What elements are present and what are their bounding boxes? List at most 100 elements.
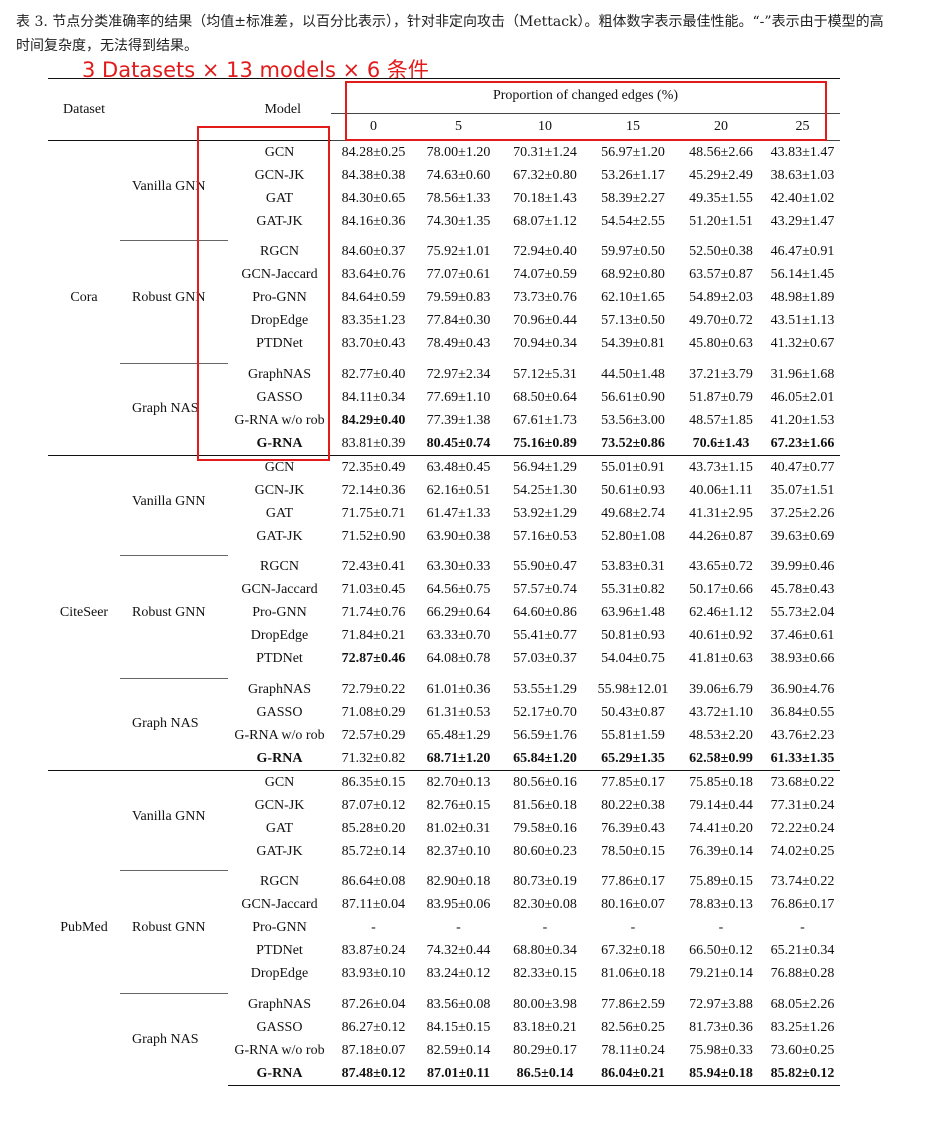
accuracy-cell: 54.25±1.30 [513,482,577,498]
accuracy-cell: 76.39±0.43 [601,820,665,836]
accuracy-cell: 41.32±0.67 [770,336,835,351]
model-category: Vanilla GNN [120,770,228,863]
model-name: PTDNet [256,336,303,351]
group-gap [48,671,840,679]
accuracy-cell: 73.73±0.76 [513,290,577,305]
accuracy-cell: 82.76±0.15 [426,797,491,813]
accuracy-cell: 77.85±0.17 [589,770,677,794]
model-name: RGCN [260,244,299,259]
accuracy-cell: 68.80±0.34 [513,943,577,958]
accuracy-cell: 73.68±0.22 [765,770,840,794]
accuracy-cell: 55.41±0.77 [513,628,577,643]
accuracy-cell: 84.64±0.59 [341,290,406,305]
accuracy-cell: 72.57±0.29 [341,727,406,743]
table-row: Graph NAS GraphNAS 87.26±0.04 83.56±0.08 80.… [48,992,840,1086]
accuracy-cell: 86.27±0.12 [341,1019,406,1035]
proportion-value: 20 [677,113,765,141]
accuracy-cell: 72.87±0.46 [341,651,406,666]
accuracy-cell: 80.56±0.16 [501,770,589,794]
accuracy-cell: 73.60±0.25 [770,1042,835,1058]
accuracy-cell: 67.23±1.66 [770,435,835,451]
accuracy-cell: 79.58±0.16 [513,820,577,836]
model-name: GCN-Jaccard [241,897,318,912]
accuracy-cell: 68.07±1.12 [513,213,577,229]
accuracy-cell: 71.75±0.71 [341,505,406,521]
model-name: GraphNAS [248,366,311,382]
accuracy-cell: 35.07±1.51 [770,482,835,498]
accuracy-cell: 57.12±5.31 [513,366,577,382]
accuracy-cell: 71.84±0.21 [341,628,406,643]
proportion-header: Proportion of changed edges (%) [331,78,840,114]
accuracy-cell: 38.63±1.03 [770,167,835,183]
accuracy-cell: 85.82±0.12 [765,1062,840,1086]
model-name: GCN-JK [254,167,305,183]
model-name: GraphNAS [248,996,311,1012]
accuracy-cell: - [542,920,548,935]
accuracy-cell: 76.39±0.14 [689,843,753,859]
accuracy-cell: 40.06±1.11 [689,482,753,498]
accuracy-cell: 53.92±1.29 [513,505,577,521]
accuracy-cell: 86.35±0.15 [331,770,416,794]
accuracy-cell: 63.48±0.45 [416,455,501,479]
model-name: GAT [265,190,294,206]
accuracy-cell: 59.97±0.50 [601,244,665,259]
table-row: Graph NAS GraphNAS 82.77±0.40 72.97±2.34 57.… [48,362,840,456]
model-name: Pro-GNN [252,290,307,305]
accuracy-cell: 77.07±0.61 [426,267,491,282]
accuracy-cell: 43.29±1.47 [770,213,835,229]
model-header: Model [120,78,331,141]
accuracy-cell: 70.94±0.34 [513,336,577,351]
header-row: Dataset Model Proportion of changed edges … [48,78,840,141]
accuracy-cell: 61.33±1.35 [770,750,835,766]
accuracy-cell: 65.48±1.29 [426,727,491,743]
accuracy-cell: 77.84±0.30 [426,313,491,328]
accuracy-cell: 87.11±0.04 [341,897,406,912]
accuracy-cell: 87.48±0.12 [331,1062,416,1086]
accuracy-cell: 87.18±0.07 [341,1042,406,1058]
accuracy-cell: 56.14±1.45 [770,267,835,282]
accuracy-cell: 55.98±12.01 [597,681,669,697]
accuracy-cell: 61.31±0.53 [426,704,491,720]
dataset-name: Cora [48,140,120,456]
accuracy-cell: 80.22±0.38 [601,797,665,813]
accuracy-cell: 31.96±1.68 [770,366,835,382]
table-row: Robust GNN RGCN 84.60±0.37 75.92±1.01 72.94±… [48,240,840,356]
accuracy-cell: 83.18±0.21 [513,1019,577,1035]
model-category: Robust GNN [120,240,228,356]
accuracy-cell: 84.38±0.38 [341,167,406,183]
accuracy-cell: 70.31±1.24 [501,140,589,164]
accuracy-cell: 77.39±1.38 [426,412,491,428]
accuracy-cell: 81.02±0.31 [426,820,491,836]
accuracy-cell: 46.47±0.91 [770,244,835,259]
accuracy-cell: 68.71±1.20 [426,750,491,766]
model-name: GraphNAS [248,681,311,697]
model-name: GASSO [256,704,303,720]
accuracy-cell: 48.56±2.66 [677,140,765,164]
accuracy-cell: 49.70±0.72 [689,313,753,328]
accuracy-cell: 83.24±0.12 [426,966,491,981]
table-row: PubMed Vanilla GNN GCN 86.35±0.15 82.70±0.13… [48,770,840,1086]
accuracy-cell: 73.74±0.22 [770,874,835,889]
accuracy-cell: 55.81±1.59 [601,727,665,743]
accuracy-cell: 71.74±0.76 [341,605,406,620]
accuracy-cell: 75.85±0.18 [677,770,765,794]
accuracy-cell: 75.16±0.89 [513,435,577,451]
accuracy-cell: - [456,920,461,935]
model-category: Vanilla GNN [120,455,228,548]
accuracy-cell: 79.21±0.14 [689,966,753,981]
model-name: GAT [265,505,294,521]
accuracy-cell: 86.64±0.08 [341,874,406,889]
results-table: Dataset Model Proportion of changed edges … [48,78,840,1086]
group-gap [48,356,840,364]
table-row: Graph NAS GraphNAS 72.79±0.22 61.01±0.36 53.… [48,677,840,771]
accuracy-cell: 73.52±0.86 [601,435,665,451]
accuracy-cell: 53.83±0.31 [601,559,665,574]
accuracy-cell: 82.56±0.25 [601,1019,665,1035]
accuracy-cell: 83.35±1.23 [341,313,406,328]
table-row: Robust GNN RGCN 72.43±0.41 63.30±0.33 55.90±… [48,555,840,671]
accuracy-cell: 72.43±0.41 [341,559,406,574]
gap-cell [120,548,840,556]
table-row: CiteSeer Vanilla GNN GCN 72.35±0.49 63.48±0.… [48,455,840,771]
dataset-header: Dataset [48,78,120,141]
accuracy-cell: 81.06±0.18 [601,966,665,981]
